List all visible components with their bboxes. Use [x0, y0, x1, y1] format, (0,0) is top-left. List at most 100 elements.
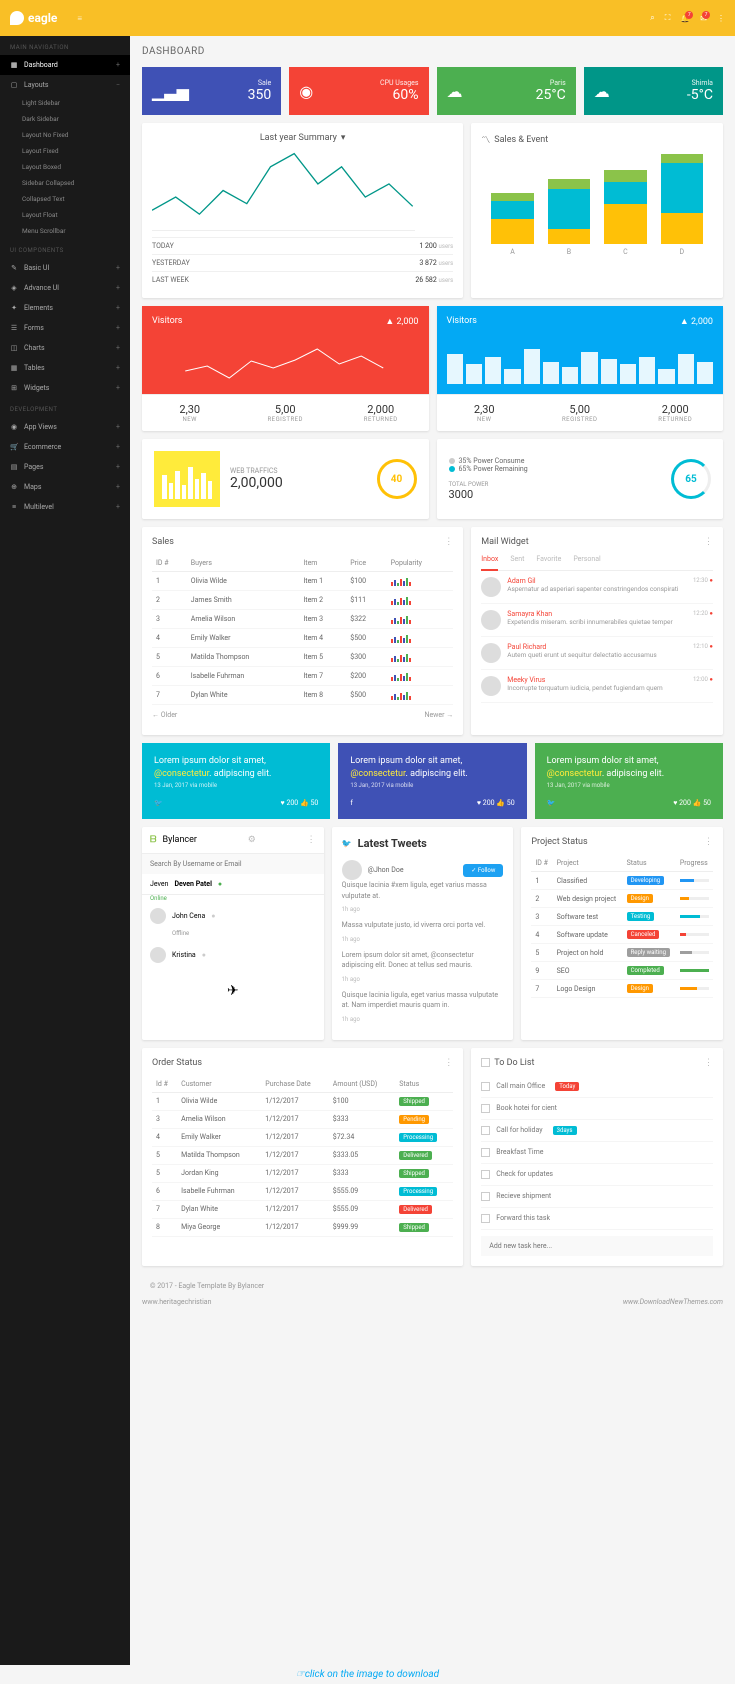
more-icon[interactable]: ⋮: [704, 537, 713, 547]
nav-item[interactable]: ≡Multilevel+: [0, 497, 130, 517]
social-icon[interactable]: f: [350, 799, 352, 807]
fullscreen-icon[interactable]: ⛶: [665, 13, 671, 23]
mail-tab[interactable]: Personal: [573, 555, 600, 564]
nav-sub-item[interactable]: Layout Float: [0, 207, 130, 223]
table-row[interactable]: 3Software testTesting: [531, 908, 713, 926]
mail-item[interactable]: Meeky VirusIncorrupte torquatum iudicia,…: [481, 670, 713, 703]
mail-tab[interactable]: Inbox: [481, 555, 498, 571]
menu-toggle-icon[interactable]: ≡: [77, 14, 82, 23]
thumbs[interactable]: 👍 50: [496, 799, 514, 807]
nav-item[interactable]: ▤Pages+: [0, 457, 130, 477]
nav-item[interactable]: ▦Tables+: [0, 358, 130, 378]
likes[interactable]: ♥ 200: [281, 799, 299, 807]
table-row[interactable]: 5Matilda ThompsonItem 5$300: [152, 648, 453, 667]
social-icon[interactable]: 🐦: [154, 799, 163, 807]
table-row[interactable]: 1Olivia WildeItem 1$100: [152, 572, 453, 591]
table-row[interactable]: 4Emily Walker1/12/2017$72.34Processing: [152, 1128, 453, 1146]
follow-button[interactable]: ✓ Follow: [463, 864, 503, 877]
todo-input[interactable]: [481, 1236, 713, 1256]
notification-icon[interactable]: 🔔7: [680, 14, 690, 23]
nav-item[interactable]: ☰Forms+: [0, 318, 130, 338]
nav-item[interactable]: 🛒Ecommerce+: [0, 437, 130, 457]
table-row[interactable]: 8Miya George1/12/2017$999.99Shipped: [152, 1218, 453, 1236]
nav-item[interactable]: ⊕Maps+: [0, 477, 130, 497]
download-hint: ☞click on the image to download: [0, 1665, 735, 1684]
nav-item[interactable]: ✎Basic UI+: [0, 258, 130, 278]
nav-sub-item[interactable]: Sidebar Collapsed: [0, 175, 130, 191]
chat-user[interactable]: John Cena ●: [142, 902, 324, 930]
todo-item[interactable]: Forward this task: [481, 1208, 713, 1230]
table-row[interactable]: 1Olivia Wilde1/12/2017$100Shipped: [152, 1092, 453, 1110]
table-row[interactable]: 6Isabelle FuhrmanItem 7$200: [152, 667, 453, 686]
newer-link[interactable]: Newer →: [424, 711, 453, 719]
more-icon[interactable]: ⋮: [704, 1058, 713, 1068]
mail-tab[interactable]: Sent: [510, 555, 524, 564]
thumbs[interactable]: 👍 50: [693, 799, 711, 807]
nav-dashboard[interactable]: ▦Dashboard+: [0, 55, 130, 75]
todo-item[interactable]: Call for holiday3days: [481, 1120, 713, 1142]
mail-item[interactable]: Paul RichardAutem queti erunt ut sequitu…: [481, 637, 713, 670]
table-row[interactable]: 3Amelia Wilson1/12/2017$333Pending: [152, 1110, 453, 1128]
nav-sub-item[interactable]: Menu Scrollbar: [0, 223, 130, 239]
more-icon[interactable]: ⋮: [704, 837, 713, 847]
checkbox[interactable]: [481, 1214, 490, 1223]
older-link[interactable]: ← Older: [152, 711, 177, 719]
mail-item[interactable]: Adam GilAspernatur ad asperiari sapenter…: [481, 571, 713, 604]
table-row[interactable]: 7Logo DesignDesign: [531, 980, 713, 998]
table-row[interactable]: 4Software updateCanceled: [531, 926, 713, 944]
table-row[interactable]: 5Jordan King1/12/2017$333Shipped: [152, 1164, 453, 1182]
nav-sub-item[interactable]: Dark Sidebar: [0, 111, 130, 127]
nav-item[interactable]: ◉App Views+: [0, 417, 130, 437]
checkbox[interactable]: [481, 1192, 490, 1201]
table-row[interactable]: 6Isabelle Fuhrman1/12/2017$555.09Process…: [152, 1182, 453, 1200]
brand-logo[interactable]: eagle: [10, 11, 57, 25]
messages-icon[interactable]: ✉7: [700, 14, 707, 23]
more-icon[interactable]: ⋮: [444, 1058, 453, 1068]
table-row[interactable]: 1ClassifiedDeveloping: [531, 872, 713, 890]
more-icon[interactable]: ⋮: [307, 835, 316, 845]
checkbox[interactable]: [481, 1148, 490, 1157]
settings-icon[interactable]: ⚙: [248, 835, 256, 845]
table-row[interactable]: 7Dylan WhiteItem 8$500: [152, 686, 453, 705]
chat-search[interactable]: [142, 854, 324, 874]
table-row[interactable]: 3Amelia WilsonItem 3$322: [152, 610, 453, 629]
table-row[interactable]: 2James SmithItem 2$111: [152, 591, 453, 610]
table-row[interactable]: 5Project on holdReply waiting: [531, 944, 713, 962]
more-icon[interactable]: ⋮: [444, 537, 453, 547]
nav-item[interactable]: ◫Charts+: [0, 338, 130, 358]
dropdown-icon[interactable]: ▾: [341, 133, 346, 143]
checkbox[interactable]: [481, 1170, 490, 1179]
checkbox[interactable]: [481, 1082, 490, 1091]
table-row[interactable]: 4Emily WalkerItem 4$500: [152, 629, 453, 648]
likes[interactable]: ♥ 200: [673, 799, 691, 807]
todo-item[interactable]: Breakfast Time: [481, 1142, 713, 1164]
chat-user[interactable]: Kristina ●: [142, 941, 324, 969]
todo-item[interactable]: Recieve shipment: [481, 1186, 713, 1208]
table-row[interactable]: 7Dylan White1/12/2017$555.09Delivered: [152, 1200, 453, 1218]
search-icon[interactable]: ⌕: [650, 13, 654, 23]
nav-sub-item[interactable]: Collapsed Text: [0, 191, 130, 207]
more-icon[interactable]: ⋮: [717, 14, 725, 23]
send-icon[interactable]: ✈: [142, 973, 324, 1009]
nav-item[interactable]: ✦Elements+: [0, 298, 130, 318]
table-row[interactable]: 2Web design projectDesign: [531, 890, 713, 908]
nav-layouts[interactable]: ▢Layouts−: [0, 75, 130, 95]
checkbox[interactable]: [481, 1104, 490, 1113]
table-row[interactable]: 5Matilda Thompson1/12/2017$333.05Deliver…: [152, 1146, 453, 1164]
nav-item[interactable]: ⊞Widgets+: [0, 378, 130, 398]
todo-item[interactable]: Call main OfficeToday: [481, 1076, 713, 1098]
likes[interactable]: ♥ 200: [477, 799, 495, 807]
nav-sub-item[interactable]: Layout Boxed: [0, 159, 130, 175]
table-row[interactable]: 9SEOCompleted: [531, 962, 713, 980]
nav-sub-item[interactable]: Layout No Fixed: [0, 127, 130, 143]
mail-item[interactable]: Samayra KhanExpetendis miseram. scribi i…: [481, 604, 713, 637]
nav-sub-item[interactable]: Layout Fixed: [0, 143, 130, 159]
checkbox[interactable]: [481, 1126, 490, 1135]
nav-sub-item[interactable]: Light Sidebar: [0, 95, 130, 111]
social-icon[interactable]: 🐦: [547, 799, 556, 807]
nav-item[interactable]: ◈Advance UI+: [0, 278, 130, 298]
mail-tab[interactable]: Favorite: [536, 555, 561, 564]
thumbs[interactable]: 👍 50: [300, 799, 318, 807]
todo-item[interactable]: Check for updates: [481, 1164, 713, 1186]
todo-item[interactable]: Book hotei for cient: [481, 1098, 713, 1120]
